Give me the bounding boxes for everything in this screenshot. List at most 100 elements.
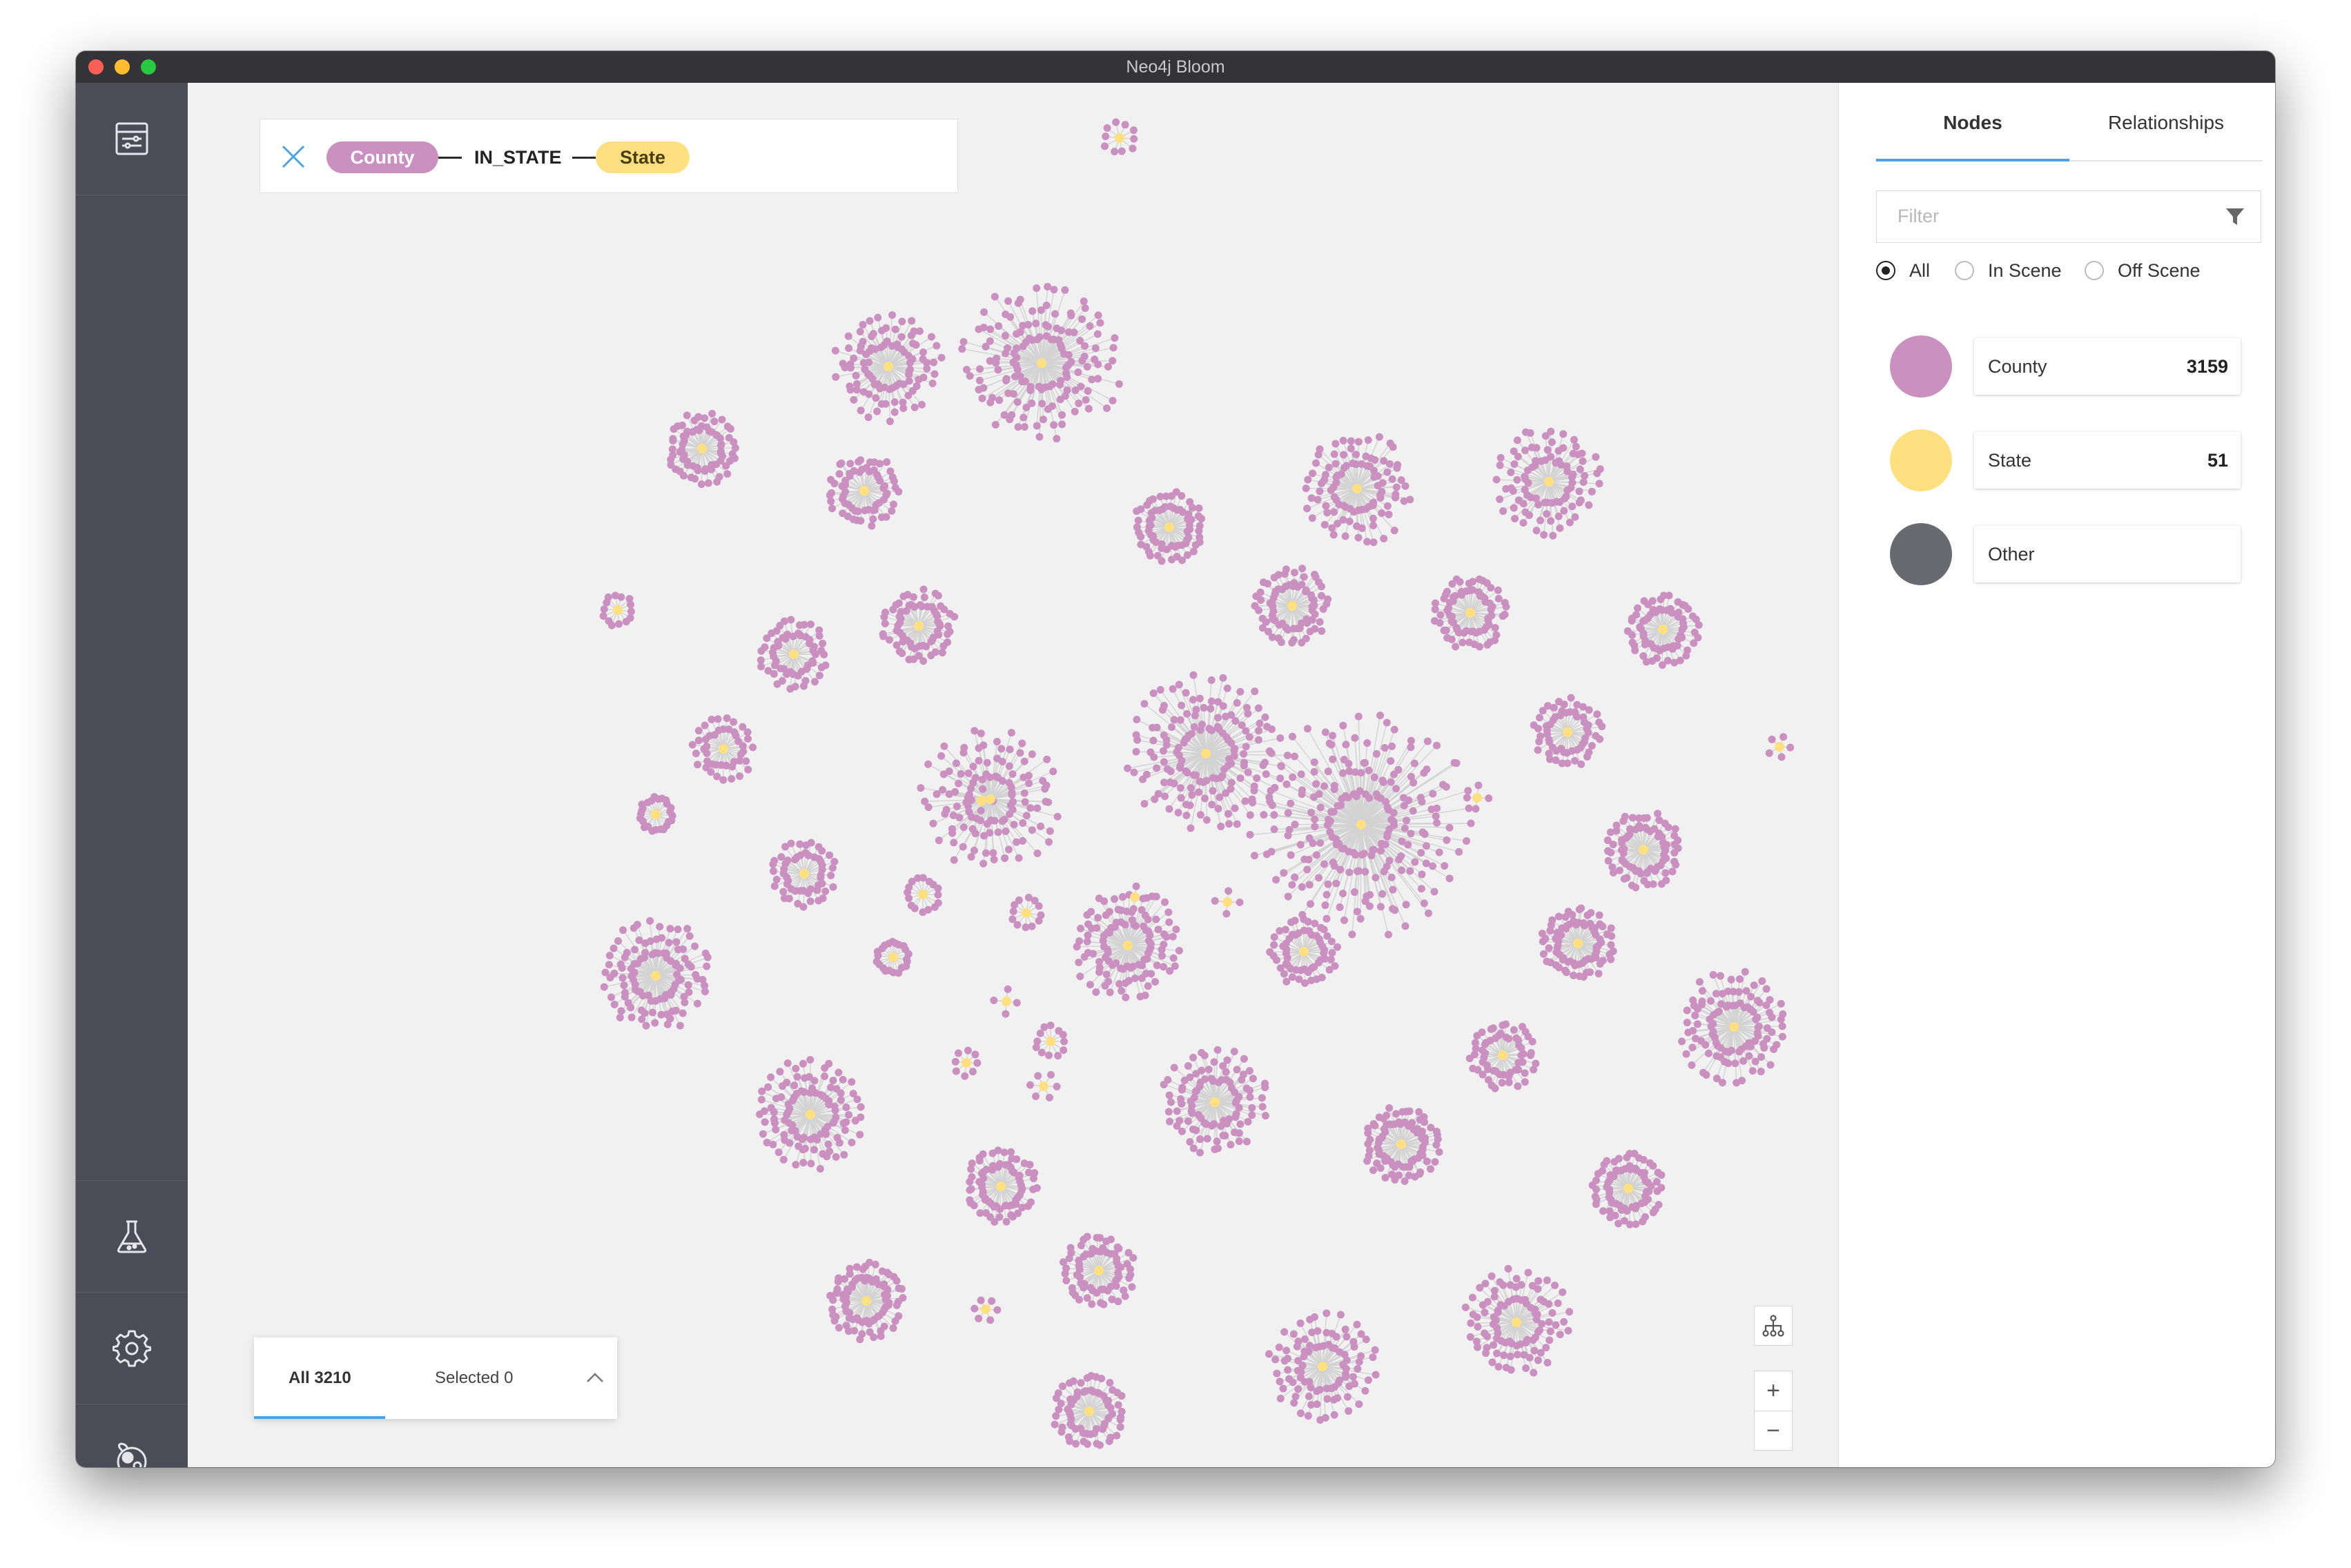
category-color-swatch[interactable] <box>1890 523 1952 585</box>
county-node[interactable] <box>1153 961 1161 970</box>
county-node[interactable] <box>1521 1069 1529 1077</box>
county-node[interactable] <box>1242 1137 1251 1146</box>
county-node[interactable] <box>1236 1120 1245 1128</box>
county-node[interactable] <box>1169 932 1177 941</box>
county-node[interactable] <box>697 480 705 489</box>
county-node[interactable] <box>979 832 988 840</box>
county-node[interactable] <box>1709 971 1717 979</box>
county-node[interactable] <box>1302 484 1310 493</box>
county-node[interactable] <box>818 847 826 855</box>
county-node[interactable] <box>954 1049 962 1057</box>
county-node[interactable] <box>1006 313 1015 321</box>
county-node[interactable] <box>1341 532 1349 540</box>
county-node[interactable] <box>837 1089 845 1097</box>
county-node[interactable] <box>1417 885 1425 893</box>
layout-button[interactable] <box>1754 1306 1793 1346</box>
county-node[interactable] <box>799 682 808 690</box>
county-node[interactable] <box>1288 973 1296 981</box>
county-node[interactable] <box>1285 825 1294 834</box>
county-node[interactable] <box>1381 1174 1389 1182</box>
county-node[interactable] <box>1534 746 1542 754</box>
county-node[interactable] <box>839 360 847 368</box>
county-node[interactable] <box>627 607 635 616</box>
county-node[interactable] <box>1339 436 1347 444</box>
county-node[interactable] <box>1002 375 1011 383</box>
county-node[interactable] <box>1675 635 1683 643</box>
county-node[interactable] <box>679 1009 687 1017</box>
state-node[interactable] <box>613 605 623 615</box>
county-node[interactable] <box>1111 148 1119 156</box>
county-node[interactable] <box>1514 1059 1523 1067</box>
county-node[interactable] <box>1345 1407 1353 1415</box>
county-node[interactable] <box>1235 1137 1243 1146</box>
county-node[interactable] <box>1261 713 1269 721</box>
county-node[interactable] <box>770 856 779 865</box>
county-node[interactable] <box>986 325 995 333</box>
county-node[interactable] <box>1177 1095 1185 1104</box>
county-node[interactable] <box>942 805 950 814</box>
county-node[interactable] <box>1698 987 1706 995</box>
county-node[interactable] <box>692 749 700 758</box>
county-node[interactable] <box>792 1064 800 1072</box>
county-node[interactable] <box>839 1119 848 1128</box>
county-node[interactable] <box>846 382 854 391</box>
county-node[interactable] <box>1526 1051 1534 1059</box>
county-node[interactable] <box>1532 1059 1540 1068</box>
county-node[interactable] <box>918 400 926 409</box>
county-node[interactable] <box>1350 1342 1358 1351</box>
county-node[interactable] <box>714 715 722 723</box>
county-node[interactable] <box>1502 1020 1510 1028</box>
county-node[interactable] <box>1741 968 1749 976</box>
zoom-in-button[interactable]: + <box>1754 1371 1793 1411</box>
county-node[interactable] <box>1284 892 1292 901</box>
county-node[interactable] <box>1287 851 1295 859</box>
county-node[interactable] <box>1621 812 1629 821</box>
county-node[interactable] <box>876 460 884 468</box>
county-node[interactable] <box>1307 900 1315 908</box>
county-node[interactable] <box>1019 819 1027 827</box>
state-node[interactable] <box>1046 1037 1055 1046</box>
county-node[interactable] <box>1658 661 1666 669</box>
county-node[interactable] <box>1270 825 1278 834</box>
county-node[interactable] <box>1231 1113 1240 1121</box>
county-node[interactable] <box>1051 1420 1059 1429</box>
county-node[interactable] <box>599 612 607 620</box>
county-node[interactable] <box>1778 1022 1786 1030</box>
county-node[interactable] <box>1167 723 1176 732</box>
county-node[interactable] <box>1585 706 1593 714</box>
county-node[interactable] <box>790 1081 799 1090</box>
county-node[interactable] <box>1013 999 1021 1007</box>
county-node[interactable] <box>666 807 674 816</box>
state-node[interactable] <box>1658 625 1668 634</box>
county-node[interactable] <box>899 404 908 413</box>
county-node[interactable] <box>1430 617 1438 625</box>
all-results-tab[interactable]: All 3210 <box>289 1337 351 1419</box>
county-node[interactable] <box>832 1153 840 1161</box>
county-node[interactable] <box>1004 344 1012 352</box>
county-node[interactable] <box>1213 1137 1221 1146</box>
county-node[interactable] <box>1178 1084 1187 1092</box>
county-node[interactable] <box>1351 734 1359 742</box>
state-node[interactable] <box>1037 358 1046 368</box>
county-node[interactable] <box>1060 1037 1069 1046</box>
county-node[interactable] <box>1291 821 1299 829</box>
county-node[interactable] <box>1094 311 1102 320</box>
county-node[interactable] <box>1670 658 1679 667</box>
county-node[interactable] <box>1283 1354 1291 1362</box>
county-node[interactable] <box>1320 945 1329 954</box>
county-node[interactable] <box>701 988 709 996</box>
county-node[interactable] <box>924 760 933 768</box>
search-bar[interactable]: County IN_STATE State <box>260 119 958 193</box>
county-node[interactable] <box>1214 805 1222 813</box>
county-node[interactable] <box>888 507 896 515</box>
county-node[interactable] <box>1187 824 1195 832</box>
county-node[interactable] <box>1372 749 1381 758</box>
county-node[interactable] <box>1290 569 1298 577</box>
county-node[interactable] <box>1153 551 1162 560</box>
county-node[interactable] <box>1245 1067 1253 1075</box>
county-node[interactable] <box>1246 1093 1254 1101</box>
county-node[interactable] <box>970 727 979 735</box>
county-node[interactable] <box>1691 1012 1699 1020</box>
county-node[interactable] <box>1128 1283 1136 1291</box>
county-node[interactable] <box>1354 533 1363 542</box>
